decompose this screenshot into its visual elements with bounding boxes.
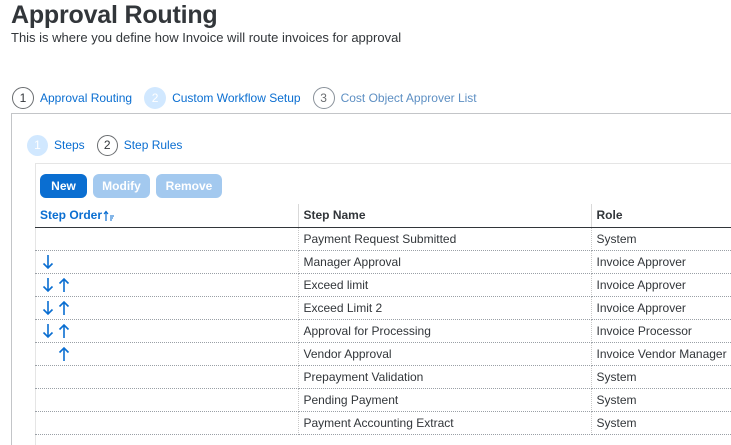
new-button[interactable]: New xyxy=(40,174,87,198)
step-name-cell: Vendor Approval xyxy=(298,342,592,366)
reorder-controls xyxy=(40,251,298,273)
step-order-cell xyxy=(35,365,299,389)
page-subtitle: This is where you define how Invoice wil… xyxy=(11,30,402,45)
table-header-row: Step Order Step Name Role xyxy=(35,204,731,228)
remove-button[interactable]: Remove xyxy=(156,174,222,198)
role-cell: Invoice Approver xyxy=(591,296,731,320)
step-name-cell: Approval for Processing xyxy=(298,319,592,343)
tab-step-rules[interactable]: 2 Step Rules xyxy=(96,134,183,156)
table-row[interactable]: Vendor Approval Invoice Vendor Manager xyxy=(35,342,731,366)
step-name-cell: Payment Accounting Extract xyxy=(298,411,592,435)
table-row[interactable]: Payment Request Submitted System xyxy=(35,227,731,251)
step-order-cell xyxy=(35,411,299,435)
step-order-cell xyxy=(35,250,299,274)
arrow-up-icon[interactable] xyxy=(56,322,72,340)
step-order-cell xyxy=(35,296,299,320)
step-name-cell: Manager Approval xyxy=(298,250,592,274)
step-order-cell xyxy=(35,342,299,366)
modify-button[interactable]: Modify xyxy=(93,174,150,198)
step-order-cell xyxy=(35,273,299,297)
tab-steps[interactable]: 1 Steps xyxy=(27,134,85,156)
step-order-cell xyxy=(35,227,299,251)
reorder-controls xyxy=(40,320,298,342)
page-title: Approval Routing xyxy=(11,1,218,29)
table-row[interactable]: Prepayment Validation System xyxy=(35,365,731,389)
arrow-spacer xyxy=(40,230,56,248)
table-row[interactable]: Exceed limit Invoice Approver xyxy=(35,273,731,297)
tab-number: 1 xyxy=(27,134,48,156)
role-cell: System xyxy=(591,411,731,435)
reorder-controls xyxy=(40,274,298,296)
arrow-down-icon[interactable] xyxy=(40,322,56,340)
wizard-step-number: 3 xyxy=(312,87,335,109)
wizard-step-label: Custom Workflow Setup xyxy=(172,91,301,105)
step-name-cell: Prepayment Validation xyxy=(298,365,592,389)
arrow-down-icon[interactable] xyxy=(40,276,56,294)
wizard-step-custom-workflow-setup[interactable]: 2 Custom Workflow Setup xyxy=(144,87,301,109)
steps-toolbar: New Modify Remove xyxy=(40,174,228,198)
sort-ascending-icon xyxy=(103,210,115,222)
table-row[interactable]: Payment Accounting Extract System xyxy=(35,411,731,435)
wizard-step-number: 2 xyxy=(144,87,167,109)
wizard-step-cost-object-approver-list[interactable]: 3 Cost Object Approver List xyxy=(312,87,477,109)
role-cell: System xyxy=(591,365,731,389)
role-cell: System xyxy=(591,388,731,412)
arrow-up-icon[interactable] xyxy=(56,299,72,317)
reorder-controls xyxy=(40,389,298,411)
reorder-controls xyxy=(40,343,298,365)
role-cell: Invoice Approver xyxy=(591,273,731,297)
role-cell: Invoice Approver xyxy=(591,250,731,274)
step-order-cell xyxy=(35,388,299,412)
wizard-step-label: Cost Object Approver List xyxy=(340,91,477,105)
wizard-step-approval-routing[interactable]: 1 Approval Routing xyxy=(12,87,132,109)
table-row[interactable]: Pending Payment System xyxy=(35,388,731,412)
arrow-spacer xyxy=(40,368,56,386)
arrow-spacer xyxy=(40,391,56,409)
step-order-cell xyxy=(35,319,299,343)
column-header-role[interactable]: Role xyxy=(591,204,731,228)
reorder-controls xyxy=(40,297,298,319)
steps-table: Step Order Step Name Role Payment Reques… xyxy=(35,204,731,435)
arrow-spacer xyxy=(40,345,56,363)
column-header-step-order[interactable]: Step Order xyxy=(35,204,299,228)
arrow-up-icon[interactable] xyxy=(56,345,72,363)
role-cell: Invoice Vendor Manager xyxy=(591,342,731,366)
step-name-cell: Exceed limit xyxy=(298,273,592,297)
tab-label: Step Rules xyxy=(123,138,183,152)
reorder-controls xyxy=(40,366,298,388)
table-row[interactable]: Manager Approval Invoice Approver xyxy=(35,250,731,274)
reorder-controls xyxy=(40,228,298,250)
reorder-controls xyxy=(40,412,298,434)
wizard-step-label: Approval Routing xyxy=(40,91,133,105)
wizard-steps: 1 Approval Routing 2 Custom Workflow Set… xyxy=(12,87,489,109)
wizard-step-number: 1 xyxy=(12,87,34,109)
step-name-cell: Pending Payment xyxy=(298,388,592,412)
column-header-label: Step Order xyxy=(40,208,103,223)
table-row[interactable]: Exceed Limit 2 Invoice Approver xyxy=(35,296,731,320)
tab-number: 2 xyxy=(96,134,118,156)
step-name-cell: Exceed Limit 2 xyxy=(298,296,592,320)
arrow-down-icon[interactable] xyxy=(40,299,56,317)
arrow-down-icon[interactable] xyxy=(40,253,56,271)
arrow-up-icon[interactable] xyxy=(56,276,72,294)
role-cell: Invoice Processor xyxy=(591,319,731,343)
tab-label: Steps xyxy=(54,138,85,152)
subtabs: 1 Steps 2 Step Rules xyxy=(27,134,194,156)
step-name-cell: Payment Request Submitted xyxy=(298,227,592,251)
table-row[interactable]: Approval for Processing Invoice Processor xyxy=(35,319,731,343)
role-cell: System xyxy=(591,227,731,251)
column-header-step-name[interactable]: Step Name xyxy=(298,204,592,228)
arrow-spacer xyxy=(40,414,56,432)
